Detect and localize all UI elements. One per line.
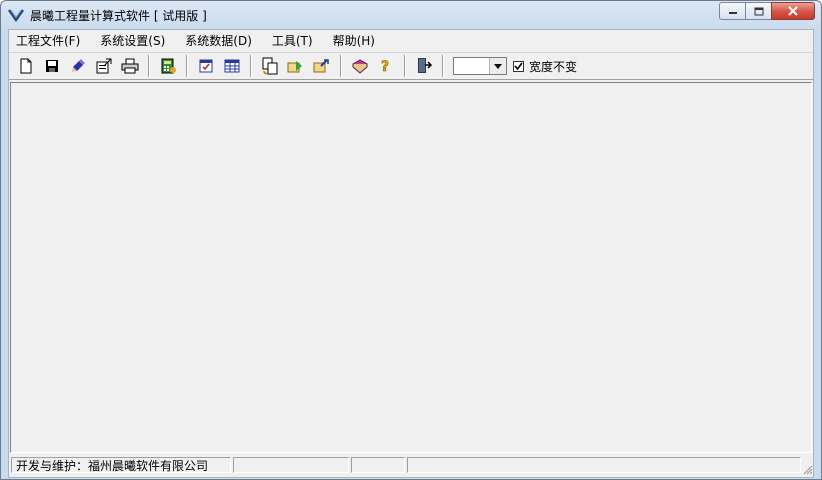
book-icon <box>352 59 368 74</box>
edit-icon <box>72 59 85 72</box>
app-window: 晨曦工程量计算式软件 [ 试用版 ] 工程文件(F) 系统设置(S) 系统数据(… <box>0 0 822 480</box>
table-button[interactable] <box>219 54 245 78</box>
toolbar-separator <box>186 55 188 77</box>
edit-button[interactable] <box>65 54 91 78</box>
toolbar-separator <box>148 55 150 77</box>
copy-icon <box>262 57 278 75</box>
exit-icon <box>418 58 433 73</box>
menu-tools[interactable]: 工具(T) <box>265 31 320 51</box>
new-file-icon <box>20 58 32 74</box>
status-panel-2 <box>233 457 349 473</box>
menu-help[interactable]: 帮助(H) <box>326 31 382 51</box>
status-panel-4 <box>407 457 801 473</box>
minimize-button[interactable] <box>719 2 745 20</box>
work-area[interactable] <box>10 82 812 453</box>
status-developer: 开发与维护：福州晨曦软件有限公司 <box>11 457 231 473</box>
menu-system-settings[interactable]: 系统设置(S) <box>93 31 172 51</box>
toolbar-separator <box>340 55 342 77</box>
toolbar-separator <box>404 55 406 77</box>
menu-project-file[interactable]: 工程文件(F) <box>9 31 87 51</box>
resize-grip-icon[interactable] <box>801 463 813 475</box>
save-button[interactable] <box>39 54 65 78</box>
caption-buttons <box>719 2 815 21</box>
help-button[interactable]: ? <box>373 54 399 78</box>
print-button[interactable] <box>117 54 143 78</box>
menu-system-data[interactable]: 系统数据(D) <box>178 31 259 51</box>
properties-icon <box>96 58 112 74</box>
toolbar-separator <box>442 55 444 77</box>
calculator-icon <box>161 58 176 74</box>
help-icon: ? <box>381 59 390 74</box>
toolbar: ? 宽度不变 <box>9 52 813 80</box>
client-area: 工程文件(F) 系统设置(S) 系统数据(D) 工具(T) 帮助(H) ? 宽度… <box>8 29 814 478</box>
new-file-button[interactable] <box>13 54 39 78</box>
calculator-button[interactable] <box>155 54 181 78</box>
book-button[interactable] <box>347 54 373 78</box>
width-select[interactable] <box>453 57 507 75</box>
print-icon <box>121 58 139 74</box>
status-panel-3 <box>351 457 405 473</box>
chevron-down-icon <box>494 63 502 69</box>
properties-button[interactable] <box>91 54 117 78</box>
close-button[interactable] <box>771 2 815 20</box>
toolbar-separator <box>250 55 252 77</box>
checklist-icon <box>199 59 213 73</box>
keep-width-option[interactable]: 宽度不变 <box>513 58 577 75</box>
export-button[interactable] <box>283 54 309 78</box>
checkmark-icon <box>514 62 523 70</box>
import-icon <box>313 59 329 73</box>
maximize-button[interactable] <box>745 2 771 20</box>
menu-bar: 工程文件(F) 系统设置(S) 系统数据(D) 工具(T) 帮助(H) <box>9 30 813 52</box>
app-logo-icon <box>7 7 25 23</box>
minimize-icon <box>728 12 737 14</box>
maximize-icon <box>754 7 763 15</box>
title-bar[interactable]: 晨曦工程量计算式软件 [ 试用版 ] <box>1 1 821 29</box>
checklist-button[interactable] <box>193 54 219 78</box>
window-title: 晨曦工程量计算式软件 [ 试用版 ] <box>30 9 207 23</box>
copy-button[interactable] <box>257 54 283 78</box>
close-icon <box>788 6 798 16</box>
svg-text:?: ? <box>381 59 389 74</box>
status-bar: 开发与维护：福州晨曦软件有限公司 <box>9 454 813 476</box>
save-icon <box>46 60 58 72</box>
keep-width-label: 宽度不变 <box>529 59 578 74</box>
width-select-arrow[interactable] <box>489 58 506 74</box>
exit-button[interactable] <box>411 54 437 78</box>
table-icon <box>224 59 240 73</box>
import-button[interactable] <box>309 54 335 78</box>
export-icon <box>287 61 302 73</box>
keep-width-checkbox[interactable] <box>513 60 524 72</box>
